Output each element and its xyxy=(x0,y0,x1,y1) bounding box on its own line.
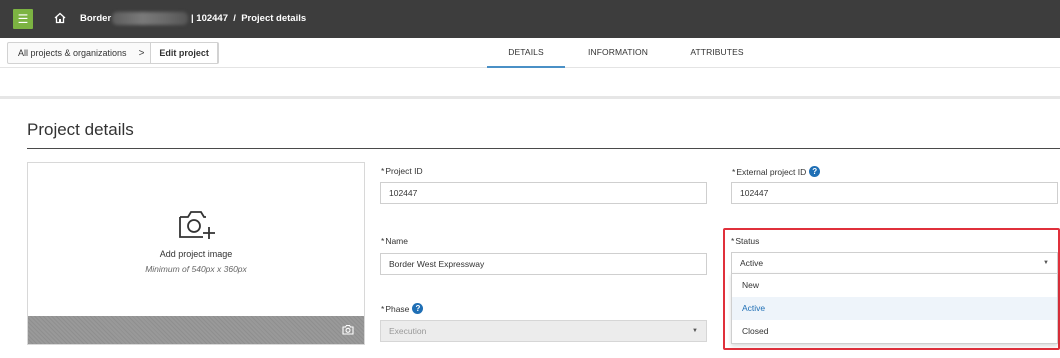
project-id-label: * Project ID xyxy=(381,166,423,176)
help-icon[interactable]: ? xyxy=(412,303,424,314)
tab-information[interactable]: INFORMATION xyxy=(580,38,656,68)
nav-row: All projects & organizations > Edit proj… xyxy=(0,38,1060,68)
external-project-id-input[interactable]: 102447 xyxy=(731,182,1058,204)
status-option-closed[interactable]: Closed xyxy=(732,320,1057,343)
status-option-active[interactable]: Active xyxy=(732,297,1057,320)
phase-select: Execution ▼ xyxy=(380,320,707,342)
all-projects-link[interactable]: All projects & organizations xyxy=(8,43,137,63)
redacted-text xyxy=(112,12,188,25)
tab-attributes[interactable]: ATTRIBUTES xyxy=(681,38,753,68)
home-icon[interactable] xyxy=(54,12,66,24)
status-dropdown-list: New Active Closed xyxy=(731,273,1058,344)
hamburger-icon[interactable]: ☰ xyxy=(13,9,33,29)
chevron-right-icon: > xyxy=(138,47,145,59)
spacer-band xyxy=(0,69,1060,99)
status-select[interactable]: Active ▼ xyxy=(731,252,1058,274)
breadcrumb: All projects & organizations > Edit proj… xyxy=(7,42,219,64)
external-project-id-label: * External project ID ? xyxy=(732,166,821,177)
status-label: * Status xyxy=(731,236,760,246)
status-option-new[interactable]: New xyxy=(732,274,1057,297)
breadcrumb-page: | 102447 / Project details xyxy=(191,13,307,24)
phase-label: * Phase ? xyxy=(381,303,424,314)
title-divider xyxy=(27,148,1060,149)
camera-add-icon[interactable] xyxy=(176,207,216,241)
page-title: Project details xyxy=(27,120,134,139)
phase-value: Execution xyxy=(389,326,427,336)
top-bar: ☰ Border | 102447 / Project details xyxy=(0,0,1060,38)
add-image-label: Add project image xyxy=(159,249,233,259)
breadcrumb-project[interactable]: Border xyxy=(80,13,111,24)
image-footer xyxy=(28,316,364,344)
help-icon[interactable]: ? xyxy=(809,166,821,177)
name-label: * Name xyxy=(381,236,408,246)
chevron-down-icon[interactable]: ▼ xyxy=(1043,253,1049,273)
camera-icon[interactable] xyxy=(342,324,354,335)
chevron-down-icon: ▼ xyxy=(692,328,698,334)
project-id-input[interactable]: 102447 xyxy=(380,182,707,204)
project-image-panel[interactable]: Add project image Minimum of 540px x 360… xyxy=(27,162,365,345)
tab-details[interactable]: DETAILS xyxy=(487,38,565,68)
image-size-hint: Minimum of 540px x 360px xyxy=(145,264,247,274)
name-input[interactable]: Border West Expressway xyxy=(380,253,707,275)
status-value: Active xyxy=(740,258,764,268)
edit-project-crumb[interactable]: Edit project xyxy=(150,43,218,63)
